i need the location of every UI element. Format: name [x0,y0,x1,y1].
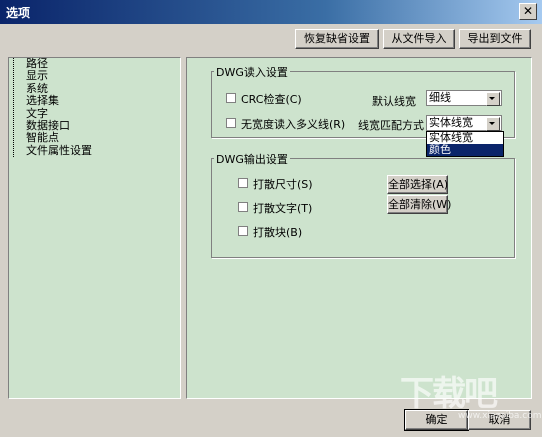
explode-block-checkbox[interactable] [238,226,248,236]
watermark-logo: 下载吧 [400,374,498,414]
crc-check-checkbox[interactable] [226,93,236,103]
chevron-down-icon[interactable] [486,92,500,106]
explode-dimension-checkbox[interactable] [238,178,248,188]
dwg-read-legend: DWG读入设置 [214,64,290,80]
default-linewidth-value: 细线 [429,91,451,104]
crc-check-label: CRC检查(C) [241,93,302,106]
explode-block-label: 打散块(B) [253,226,303,239]
tree-item-selection-set[interactable]: 选择集 [26,94,92,107]
window-title: 选项 [6,6,31,20]
close-icon: ✕ [522,4,534,18]
title-bar: 选项 ✕ [0,0,542,24]
chevron-down-icon[interactable] [486,117,500,131]
read-no-width-polyline-checkbox[interactable] [226,118,236,128]
explode-dimension-label: 打散尺寸(S) [253,178,313,191]
linewidth-match-label: 线宽匹配方式 [358,119,424,132]
close-button[interactable]: ✕ [519,3,537,20]
tree-item-file-properties[interactable]: 文件属性设置 [26,144,92,157]
import-from-file-button[interactable]: 从文件导入 [383,29,455,49]
linewidth-match-select[interactable]: 实体线宽 [426,115,502,131]
linewidth-match-dropdown[interactable]: 实体线宽 颜色 [426,131,504,157]
export-to-file-button[interactable]: 导出到文件 [459,29,531,49]
explode-text-checkbox[interactable] [238,202,248,212]
explode-text-label: 打散文字(T) [253,202,313,215]
watermark-url: www.xiazaiba.com [458,411,542,421]
linewidth-match-value: 实体线宽 [429,116,473,129]
tree-item-display[interactable]: 显示 [26,69,92,82]
read-no-width-polyline-label: 无宽度读入多义线(R) [241,118,346,131]
default-linewidth-select[interactable]: 细线 [426,90,502,106]
dropdown-option-color[interactable]: 颜色 [427,144,503,156]
dwg-write-legend: DWG输出设置 [214,151,290,167]
category-tree[interactable]: 路径 显示 系统 选择集 文字 数据接口 智能点 文件属性设置 [8,57,181,399]
tree-item-smart-point[interactable]: 智能点 [26,132,92,145]
clear-all-button[interactable]: 全部清除(W) [387,195,451,214]
select-all-button[interactable]: 全部选择(A) [387,175,448,194]
restore-defaults-button[interactable]: 恢复缺省设置 [295,29,379,49]
default-linewidth-label: 默认线宽 [372,95,416,108]
